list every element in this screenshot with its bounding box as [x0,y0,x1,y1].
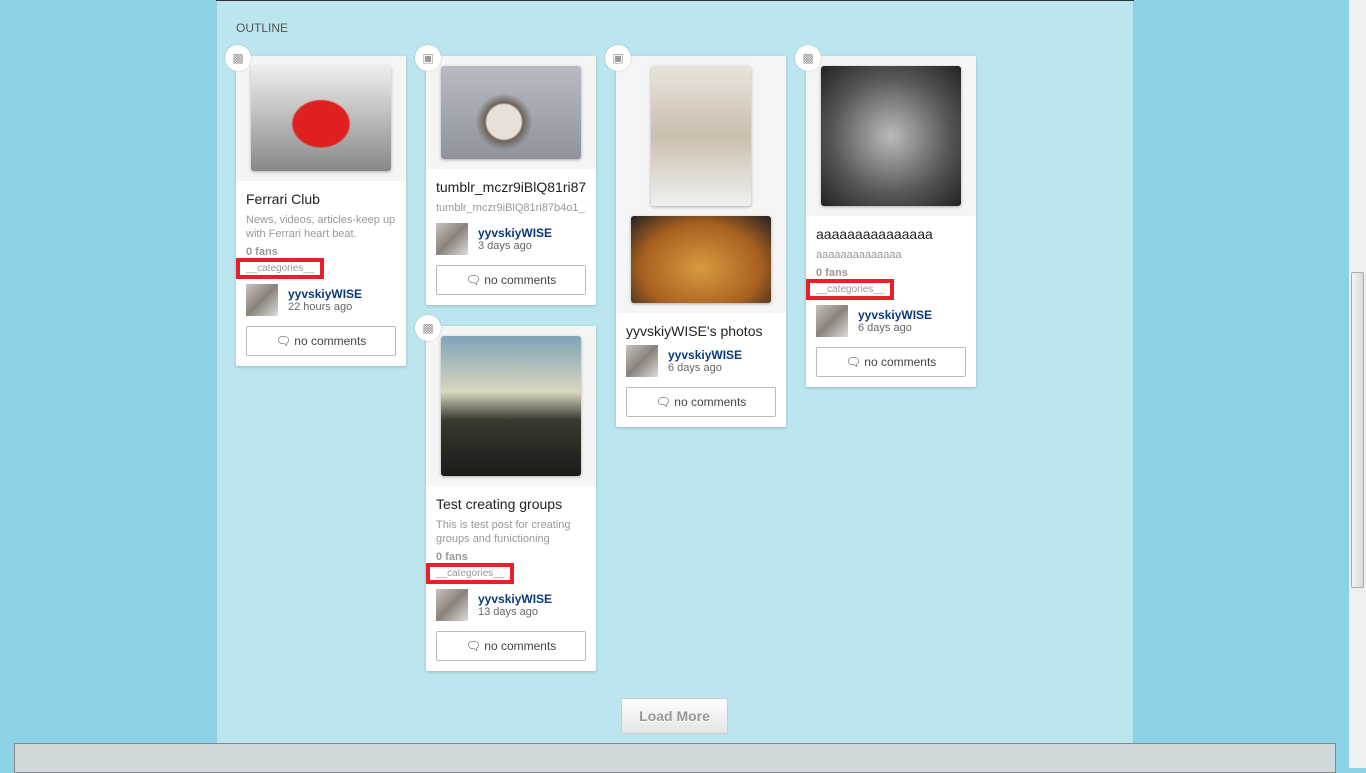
fans-count: 0 fans [816,267,848,279]
avatar[interactable] [246,284,278,316]
comment-icon: 🗨︎ [845,355,861,369]
avatar[interactable] [436,223,468,255]
card-image[interactable] [651,66,751,206]
card-image[interactable] [821,66,961,206]
card-title[interactable]: Ferrari Club [246,191,396,207]
card-description: This is test post for creating groups an… [436,519,571,545]
card-description: aaaaaaaaaaaaaa [816,249,902,261]
scrollbar[interactable] [1349,0,1366,768]
categories-label: __categories__ [426,563,515,584]
username-link[interactable]: yyvskiyWISE [858,308,932,322]
image-card[interactable]: ▣ tumblr_mczr9iBlQ81ri87b4o1_1280 tumblr… [415,45,596,305]
card-image[interactable] [631,216,771,303]
timestamp: 6 days ago [668,362,722,374]
avatar[interactable] [626,345,658,377]
timestamp: 13 days ago [478,606,538,618]
comments-label: no comments [294,334,367,348]
card-title[interactable]: yyvskiyWISE's photos [626,323,776,339]
top-border [216,0,1134,1]
timestamp: 6 days ago [858,322,912,334]
scrollbar-thumb[interactable] [1351,272,1364,588]
categories-label: __categories__ [806,279,895,300]
group-icon: ▩ [225,45,251,71]
card-image[interactable] [441,336,581,476]
comment-icon: 🗨︎ [655,395,671,409]
section-title: OUTLINE [236,21,289,35]
comments-button[interactable]: 🗨︎ no comments [436,265,586,295]
comments-button[interactable]: 🗨︎ no comments [816,347,966,377]
card-description: News, videos, articles-keep up with Ferr… [246,214,396,240]
timestamp: 22 hours ago [288,301,353,313]
fans-count: 0 fans [436,551,468,563]
username-link[interactable]: yyvskiyWISE [288,287,362,301]
avatar[interactable] [436,589,468,621]
image-icon: ▣ [605,45,631,71]
username-link[interactable]: yyvskiyWISE [668,348,742,362]
username-link[interactable]: yyvskiyWISE [478,226,552,240]
card-image[interactable] [251,66,391,171]
comments-label: no comments [484,639,557,653]
comment-icon: 🗨︎ [275,334,291,348]
comments-button[interactable]: 🗨︎ no comments [626,387,776,417]
comments-label: no comments [864,355,937,369]
card-title[interactable]: Test creating groups [436,496,586,512]
comments-label: no comments [484,273,557,287]
group-card[interactable]: ▩ Test creating groups This is test post… [415,315,596,671]
avatar[interactable] [816,305,848,337]
image-icon: ▣ [415,45,441,71]
fans-count: 0 fans [246,246,278,258]
comment-icon: 🗨︎ [465,639,481,653]
group-icon: ▩ [415,315,441,341]
card-description: tumblr_mczr9iBlQ81ri87b4o1_1280 [436,202,586,214]
load-more-button[interactable]: Load More [621,698,728,734]
comments-button[interactable]: 🗨︎ no comments [246,326,396,356]
group-card[interactable]: ▩ aaaaaaaaaaaaaaa aaaaaaaaaaaaaa 0 fans … [795,45,976,387]
group-icon: ▩ [795,45,821,71]
card-image[interactable] [441,66,581,159]
timestamp: 3 days ago [478,240,532,252]
username-link[interactable]: yyvskiyWISE [478,592,552,606]
categories-label: __categories__ [236,258,325,279]
comments-label: no comments [674,395,747,409]
comments-button[interactable]: 🗨︎ no comments [436,631,586,661]
comment-icon: 🗨︎ [465,273,481,287]
group-card[interactable]: ▩ Ferrari Club News, videos, articles-ke… [225,45,406,366]
image-card[interactable]: ▣ yyvskiyWISE's photos yyvskiyWISE 6 days… [605,45,786,427]
card-title[interactable]: tumblr_mczr9iBlQ81ri87b4o1_1280 [436,179,586,195]
footer-bar [14,743,1336,773]
card-title[interactable]: aaaaaaaaaaaaaaa [816,226,966,242]
